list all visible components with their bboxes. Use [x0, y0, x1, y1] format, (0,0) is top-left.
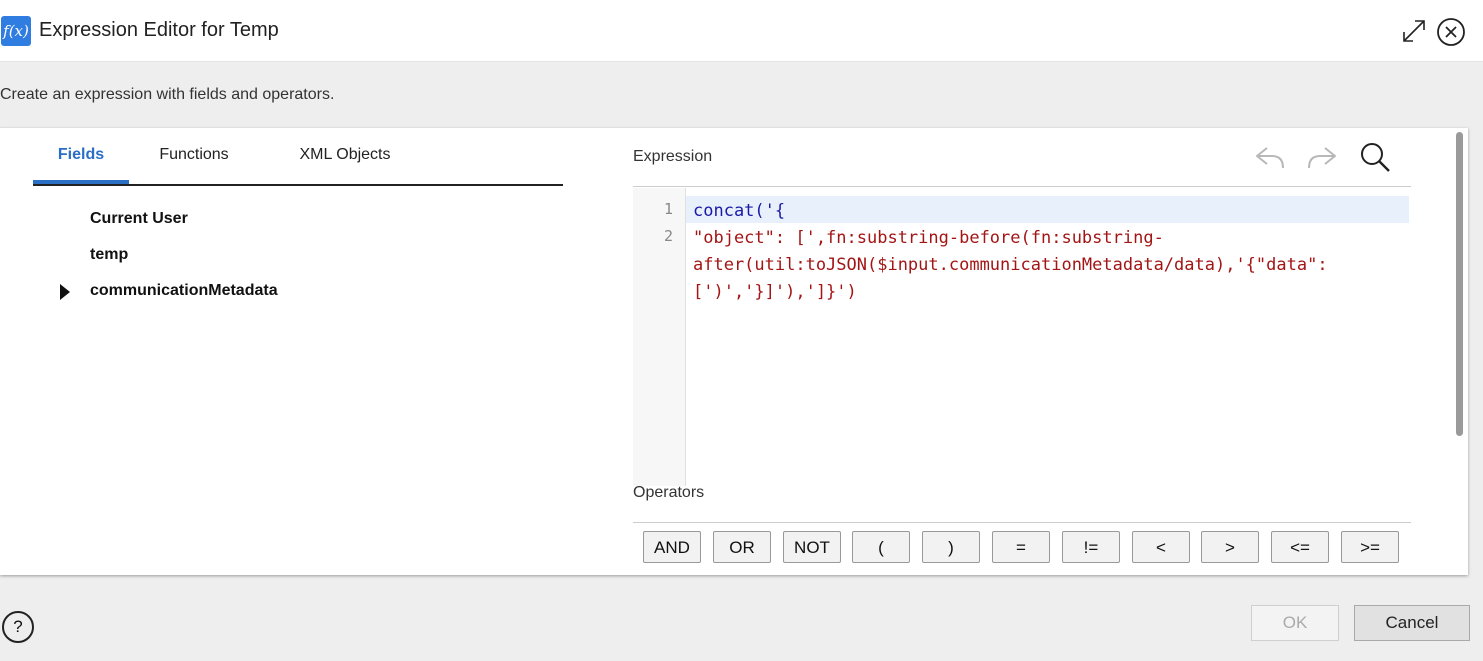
operators-label: Operators — [633, 484, 705, 501]
help-icon[interactable]: ? — [2, 611, 34, 643]
field-communication-metadata[interactable]: communicationMetadata — [90, 282, 278, 300]
close-icon[interactable] — [1436, 17, 1466, 47]
operator-not-button[interactable]: NOT — [783, 531, 841, 563]
line-number-gutter: 1 2 — [633, 188, 686, 486]
tab-functions[interactable]: Functions — [145, 128, 243, 182]
tab-bar: Fields Functions XML Objects — [33, 128, 563, 186]
redo-icon[interactable] — [1306, 142, 1338, 177]
expression-editor[interactable]: concat('{ "object": [',fn:substring-befor… — [686, 188, 1409, 486]
operator-greater-than-button[interactable]: > — [1201, 531, 1259, 563]
operators-divider — [633, 522, 1411, 523]
operator-equals-button[interactable]: = — [992, 531, 1050, 563]
function-icon: f(x) — [1, 16, 31, 46]
tab-xml-objects[interactable]: XML Objects — [289, 128, 401, 182]
operator-or-button[interactable]: OR — [713, 531, 771, 563]
code-line-2: "object": [',fn:substring-before(fn:subs… — [693, 228, 1328, 302]
line-number: 1 — [663, 200, 673, 218]
field-temp[interactable]: temp — [90, 246, 128, 264]
operator-not-equals-button[interactable]: != — [1062, 531, 1120, 563]
vertical-scrollbar[interactable] — [1456, 132, 1463, 436]
caret-right-icon[interactable] — [60, 284, 70, 300]
field-current-user[interactable]: Current User — [90, 210, 188, 228]
cancel-button[interactable]: Cancel — [1354, 605, 1470, 641]
line-number: 2 — [663, 227, 673, 245]
tab-fields[interactable]: Fields — [33, 128, 129, 184]
expression-label: Expression — [633, 148, 713, 165]
dialog-description: Create an expression with fields and ope… — [0, 86, 335, 103]
search-icon[interactable] — [1358, 140, 1392, 179]
expression-divider — [633, 186, 1411, 187]
dialog-title: Expression Editor for Temp — [39, 19, 279, 41]
code-line-1: concat('{ — [693, 201, 786, 221]
operator-greater-equal-button[interactable]: >= — [1341, 531, 1399, 563]
main-panel: Fields Functions XML Objects Current Use… — [0, 128, 1468, 575]
operator-close-paren-button[interactable]: ) — [922, 531, 980, 563]
operator-and-button[interactable]: AND — [643, 531, 701, 563]
undo-icon[interactable] — [1254, 142, 1286, 177]
expression-code: concat('{ "object": [',fn:substring-befor… — [693, 198, 1409, 306]
ok-button[interactable]: OK — [1251, 605, 1339, 641]
operator-less-than-button[interactable]: < — [1132, 531, 1190, 563]
operator-less-equal-button[interactable]: <= — [1271, 531, 1329, 563]
expand-icon[interactable] — [1400, 17, 1428, 45]
operator-open-paren-button[interactable]: ( — [852, 531, 910, 563]
title-bar: f(x) Expression Editor for Temp — [0, 0, 1483, 62]
